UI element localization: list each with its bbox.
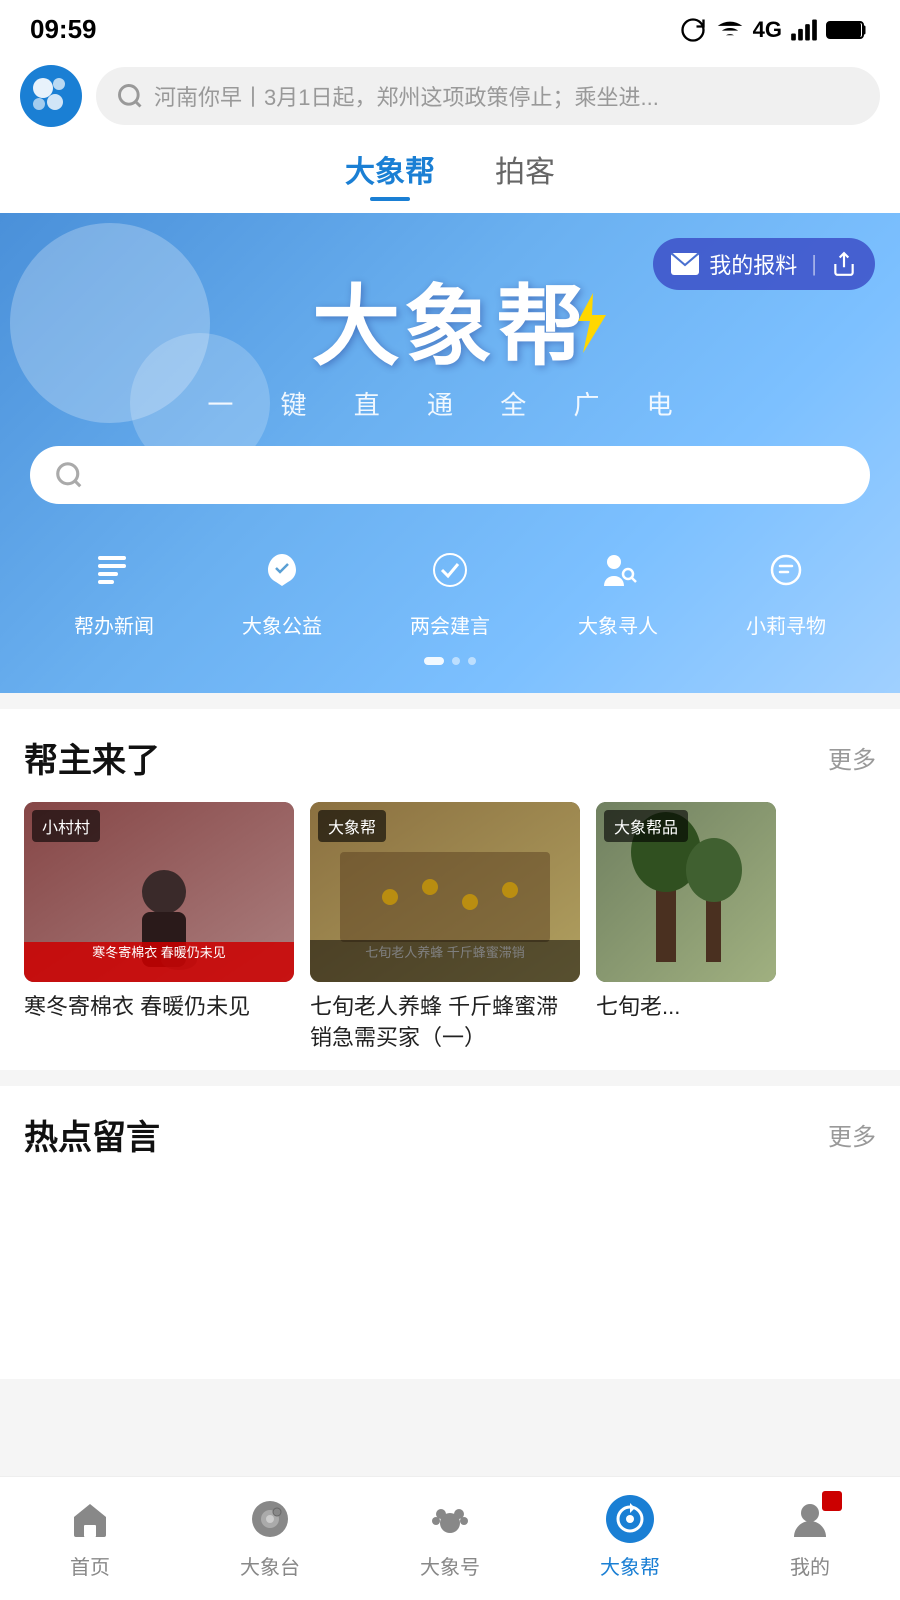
video-title-1: 寒冬寄棉衣 春暖仍未见 bbox=[24, 992, 294, 1023]
video-thumb-3: 大象帮品 bbox=[596, 802, 776, 982]
status-icons: 4G bbox=[679, 16, 870, 44]
cat-lianghui[interactable]: 两会建言 bbox=[410, 540, 490, 639]
banner-subtitle: 一 键 直 通 全 广 电 bbox=[30, 385, 870, 422]
nav-home-label: 首页 bbox=[70, 1551, 110, 1580]
search-icon bbox=[116, 82, 144, 110]
cat-label-4: 大象寻人 bbox=[578, 610, 658, 639]
video-card-1[interactable]: 寒冬寄棉衣 春暖仍未见 小村村 寒冬寄棉衣 春暖仍未见 bbox=[24, 802, 294, 1054]
nav-daxianghao[interactable]: 大象号 bbox=[360, 1493, 540, 1580]
nav-mine[interactable]: 我的 bbox=[720, 1493, 900, 1580]
nav-daxiangbang-label: 大象帮 bbox=[600, 1551, 660, 1580]
lightning-icon bbox=[568, 293, 608, 353]
banner-dots bbox=[30, 657, 870, 665]
cat-bangban-xinwen[interactable]: 帮办新闻 bbox=[74, 540, 154, 639]
cat-xunren[interactable]: 大象寻人 bbox=[578, 540, 658, 639]
nav-daxiangbang[interactable]: 大象帮 bbox=[540, 1493, 720, 1580]
banner-report-text: 我的报料 bbox=[709, 248, 797, 280]
nav-refresh-icon bbox=[604, 1493, 656, 1545]
rotate-icon bbox=[679, 16, 707, 44]
cat-xunwu[interactable]: 小莉寻物 bbox=[746, 540, 826, 639]
nav-mine-label: 我的 bbox=[790, 1551, 830, 1580]
status-time: 09:59 bbox=[30, 14, 97, 45]
cat-icon-5 bbox=[756, 540, 816, 600]
nav-paw-label: 大象号 bbox=[420, 1551, 480, 1580]
search-bar-text: 河南你早丨3月1日起，郑州这项政策停止；乘坐进... bbox=[154, 80, 659, 112]
video-thumb-1: 寒冬寄棉衣 春暖仍未见 小村村 bbox=[24, 802, 294, 982]
dot-1 bbox=[424, 657, 444, 665]
svg-text:寒冬寄棉衣 春暖仍未见: 寒冬寄棉衣 春暖仍未见 bbox=[92, 945, 226, 960]
banner: 我的报料 | 大象帮 一 键 直 通 全 广 电 帮办新闻 bbox=[0, 213, 900, 693]
bangzhu-title: 帮主来了 bbox=[24, 733, 160, 782]
cat-icon-3 bbox=[420, 540, 480, 600]
cat-gongy[interactable]: 大象公益 bbox=[242, 540, 322, 639]
share-icon bbox=[831, 251, 857, 277]
network-type: 4G bbox=[753, 17, 782, 43]
nav-person-icon bbox=[784, 1493, 836, 1545]
hotcomment-section: 热点留言 更多 bbox=[0, 1086, 900, 1379]
logo-icon bbox=[29, 74, 73, 118]
wifi-icon bbox=[715, 16, 745, 44]
tab-pake[interactable]: 拍客 bbox=[495, 147, 555, 213]
bottom-nav: 首页 大象台 大象号 bbox=[0, 1476, 900, 1600]
banner-report-btn[interactable]: 我的报料 | bbox=[653, 238, 875, 290]
banner-title-area: 大象帮 一 键 直 通 全 广 电 bbox=[30, 283, 870, 422]
video-cards: 寒冬寄棉衣 春暖仍未见 小村村 寒冬寄棉衣 春暖仍未见 bbox=[24, 802, 876, 1054]
bangzhu-more[interactable]: 更多 bbox=[828, 740, 876, 775]
nav-home[interactable]: 首页 bbox=[0, 1493, 180, 1580]
tab-daxiangbang[interactable]: 大象帮 bbox=[345, 147, 435, 213]
video-thumb-2: 七旬老人养蜂 千斤蜂蜜滞销 大象帮 bbox=[310, 802, 580, 982]
tab-underline bbox=[370, 197, 410, 201]
cat-label-1: 帮办新闻 bbox=[74, 610, 154, 639]
cat-label-3: 两会建言 bbox=[410, 610, 490, 639]
nav-badge bbox=[822, 1491, 842, 1511]
hotcomment-title: 热点留言 bbox=[24, 1110, 160, 1159]
app-logo[interactable] bbox=[20, 65, 82, 127]
video-badge-1: 小村村 bbox=[32, 810, 100, 842]
hotcomment-header: 热点留言 更多 bbox=[24, 1110, 876, 1159]
status-bar: 09:59 4G bbox=[0, 0, 900, 55]
search-bar[interactable]: 河南你早丨3月1日起，郑州这项政策停止；乘坐进... bbox=[96, 67, 880, 125]
video-card-2[interactable]: 七旬老人养蜂 千斤蜂蜜滞销 大象帮 七旬老人养蜂 千斤蜂蜜滞销急需买家（一） bbox=[310, 802, 580, 1054]
banner-main-title: 大象帮 bbox=[312, 283, 588, 371]
video-title-3: 七旬老... bbox=[596, 992, 776, 1023]
cat-label-2: 大象公益 bbox=[242, 610, 322, 639]
video-badge-2: 大象帮 bbox=[318, 810, 386, 842]
tabs: 大象帮 拍客 bbox=[0, 137, 900, 213]
nav-tv-icon bbox=[244, 1493, 296, 1545]
bangzhu-section: 帮主来了 更多 寒冬寄棉衣 春暖仍未见 bbox=[0, 709, 900, 1070]
envelope-icon bbox=[671, 253, 699, 275]
tab-daxiangbang-label: 大象帮 bbox=[345, 147, 435, 191]
video-title-2: 七旬老人养蜂 千斤蜂蜜滞销急需买家（一） bbox=[310, 992, 580, 1054]
banner-divider: | bbox=[811, 251, 817, 277]
nav-paw-icon bbox=[424, 1493, 476, 1545]
video-card-3[interactable]: 大象帮品 七旬老... bbox=[596, 802, 776, 1054]
nav-tv-label: 大象台 bbox=[240, 1551, 300, 1580]
bangzhu-header: 帮主来了 更多 bbox=[24, 733, 876, 782]
nav-home-icon bbox=[64, 1493, 116, 1545]
nav-daxiangtai[interactable]: 大象台 bbox=[180, 1493, 360, 1580]
cat-icon-4 bbox=[588, 540, 648, 600]
video-badge-3: 大象帮品 bbox=[604, 810, 688, 842]
cat-icon-2 bbox=[252, 540, 312, 600]
dot-3 bbox=[468, 657, 476, 665]
cat-icon-1 bbox=[84, 540, 144, 600]
battery-icon bbox=[826, 18, 870, 42]
cat-label-5: 小莉寻物 bbox=[746, 610, 826, 639]
signal-icon bbox=[790, 16, 818, 44]
tab-pake-label: 拍客 bbox=[495, 147, 555, 191]
dot-2 bbox=[452, 657, 460, 665]
banner-search-icon bbox=[54, 460, 84, 490]
hotcomment-more[interactable]: 更多 bbox=[828, 1117, 876, 1152]
banner-categories: 帮办新闻 大象公益 两会建言 大象寻人 小莉寻物 bbox=[30, 524, 870, 647]
header: 河南你早丨3月1日起，郑州这项政策停止；乘坐进... bbox=[0, 55, 900, 137]
